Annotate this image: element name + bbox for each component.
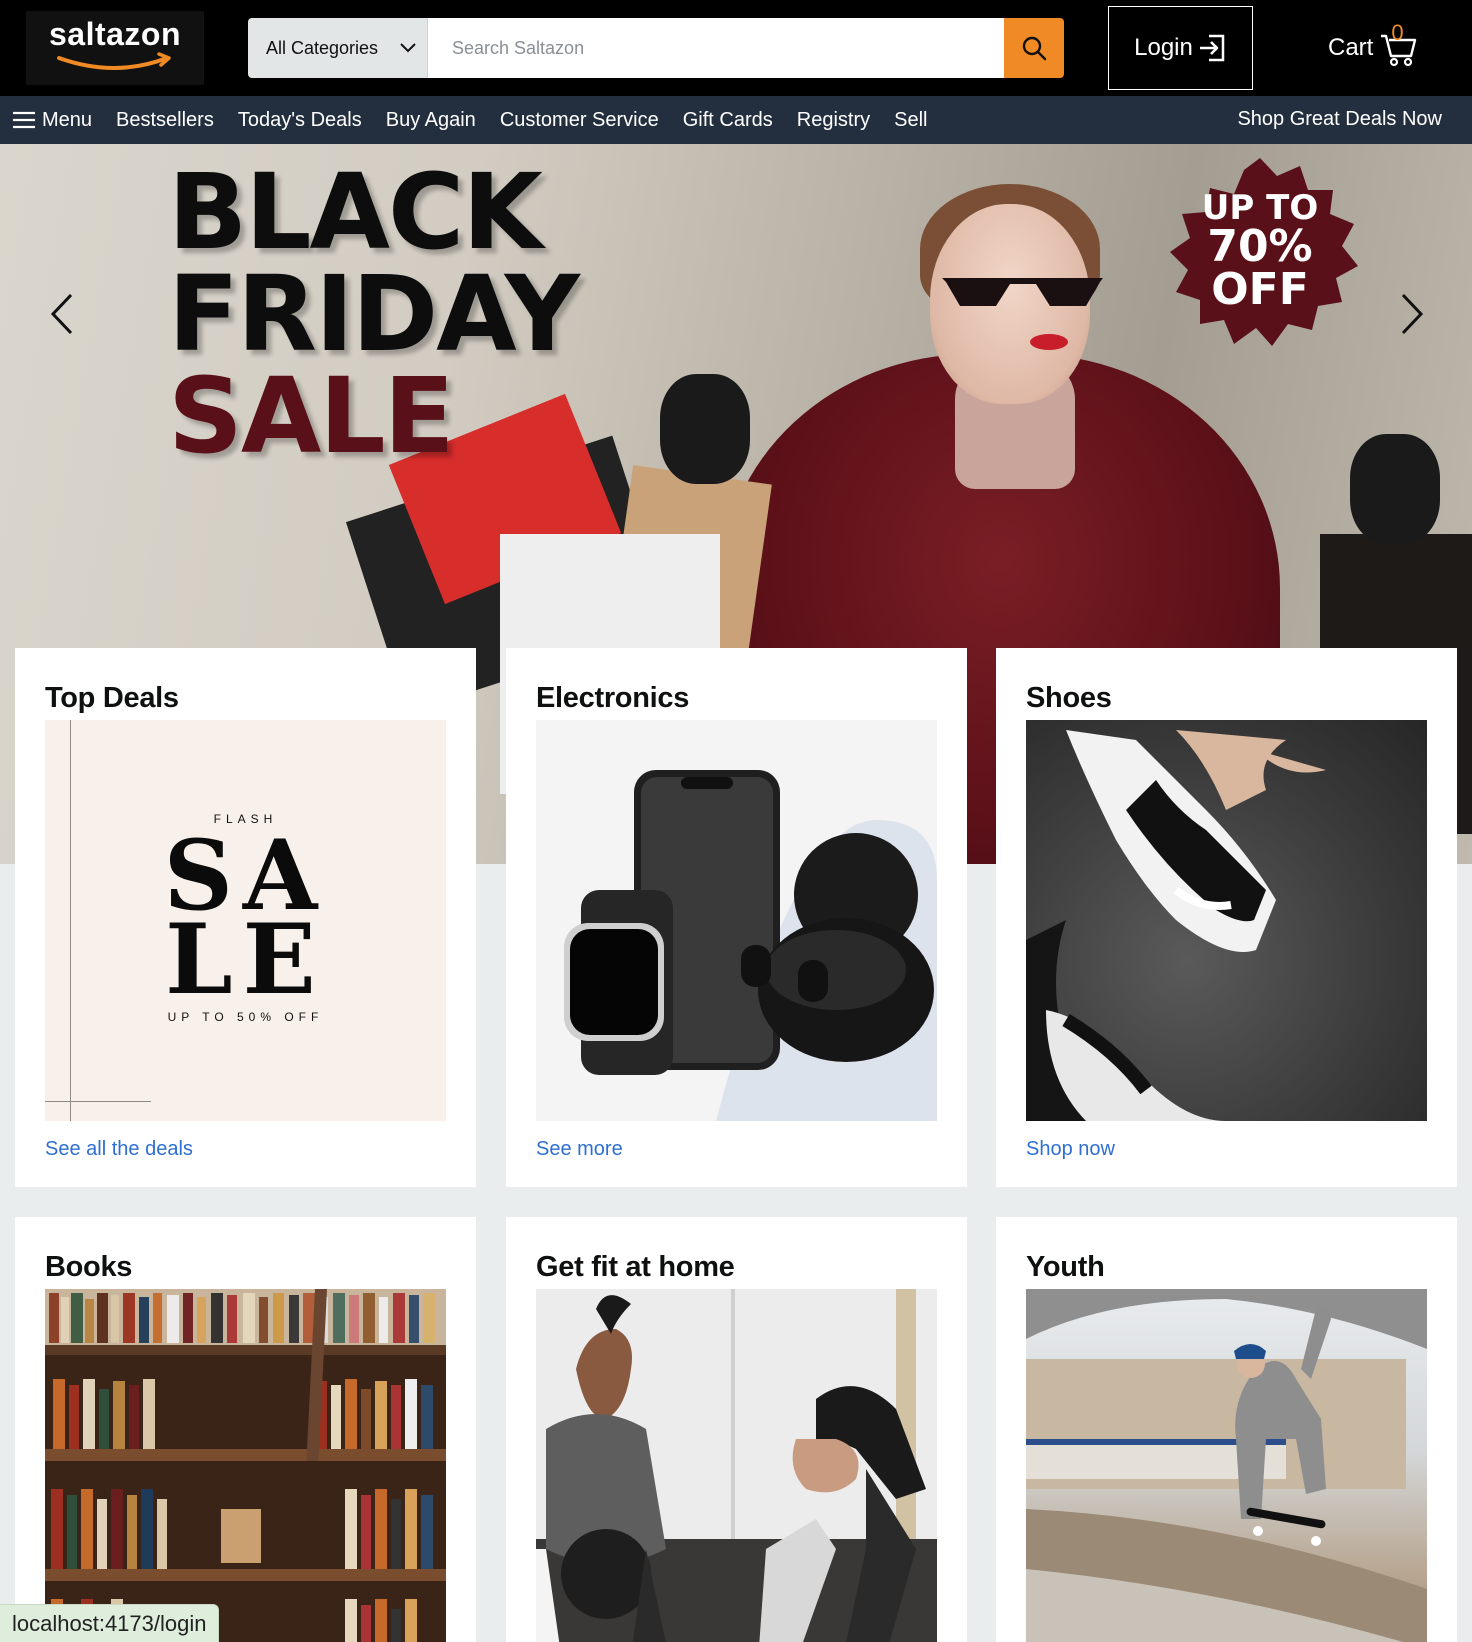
card-top-deals: Top Deals FLASH SA LE UP TO 50% OFF See … (15, 648, 476, 1187)
card-electronics: Electronics See more (506, 648, 967, 1187)
search-icon (1022, 36, 1047, 61)
search-button[interactable] (1004, 18, 1064, 78)
card-get-fit-at-home: Get fit at home (506, 1217, 967, 1642)
hero-image-glove (660, 374, 750, 484)
card-title: Books (45, 1251, 133, 1283)
card-title: Get fit at home (536, 1251, 735, 1283)
nav-item-gift-cards[interactable]: Gift Cards (683, 109, 773, 132)
nav-item-bestsellers[interactable]: Bestsellers (116, 109, 214, 132)
carousel-prev-button[interactable] (42, 284, 82, 344)
carousel-next-button[interactable] (1392, 284, 1432, 344)
search-bar: All Categories (248, 18, 1064, 78)
card-books: Books (15, 1217, 476, 1642)
card-shoes: Shoes Shop now (996, 648, 1457, 1187)
fitness-image[interactable] (536, 1289, 937, 1642)
card-title: Top Deals (45, 682, 179, 714)
hero-line-friday: FRIDAY (168, 252, 580, 375)
top-deals-image[interactable]: FLASH SA LE UP TO 50% OFF (45, 720, 446, 1121)
nav-item-buy-again[interactable]: Buy Again (386, 109, 476, 132)
decor-line (45, 1101, 151, 1102)
smile-arrow-icon (57, 52, 171, 70)
login-label: Login (1134, 34, 1193, 61)
hero-line-black: BLACK (168, 151, 543, 273)
login-button[interactable]: Login (1108, 6, 1253, 90)
chevron-right-icon (1401, 293, 1424, 335)
cart-button[interactable]: Cart 0 (1328, 20, 1417, 72)
electronics-image[interactable] (536, 720, 937, 1121)
badge-off: OFF (1211, 264, 1309, 316)
discount-badge: UP TO 70% OFF (1160, 154, 1360, 354)
youth-image[interactable] (1026, 1289, 1427, 1642)
menu-label: Menu (42, 108, 93, 131)
shop-now-link[interactable]: Shop now (1026, 1138, 1115, 1161)
search-input[interactable] (428, 18, 1004, 78)
see-all-deals-link[interactable]: See all the deals (45, 1138, 193, 1161)
shoes-image[interactable] (1026, 720, 1427, 1121)
hamburger-icon (13, 111, 35, 129)
category-select-label: All Categories (266, 37, 379, 58)
card-title: Electronics (536, 682, 690, 714)
badge-percent: 70% (1207, 221, 1313, 273)
chevron-left-icon (50, 293, 73, 335)
nav-bar: Menu Bestsellers Today's Deals Buy Again… (0, 96, 1472, 144)
saltazon-logo[interactable]: saltazon (26, 11, 204, 85)
login-icon (1199, 34, 1225, 62)
nav-item-customer-service[interactable]: Customer Service (500, 109, 659, 132)
discount-text: UP TO 50% OFF (167, 1010, 324, 1024)
card-title: Shoes (1026, 682, 1112, 714)
card-title: Youth (1026, 1251, 1105, 1283)
books-image[interactable] (45, 1289, 446, 1642)
hero-headline: BLACK FRIDAY SALE (168, 151, 580, 477)
top-header: saltazon All Categories Login Cart (0, 0, 1472, 96)
sale-text-bottom: LE (165, 903, 326, 1016)
see-more-link[interactable]: See more (536, 1138, 623, 1161)
status-bar-url: localhost:4173/login (0, 1604, 220, 1642)
cart-icon: 0 (1379, 20, 1417, 68)
category-select[interactable]: All Categories (248, 18, 428, 78)
nav-item-sell[interactable]: Sell (894, 109, 927, 132)
shop-great-deals-link[interactable]: Shop Great Deals Now (1237, 108, 1442, 131)
hero-image-glove (1350, 434, 1440, 544)
card-youth: Youth (996, 1217, 1457, 1642)
hero-line-sale: SALE (168, 354, 455, 477)
logo-text: saltazon (48, 16, 182, 52)
hero-image-lips (1030, 334, 1068, 350)
hero-image-sunglasses (942, 278, 1103, 306)
menu-button[interactable]: Menu (12, 109, 92, 132)
cart-count: 0 (1391, 20, 1404, 45)
nav-item-todays-deals[interactable]: Today's Deals (238, 109, 362, 132)
cart-label: Cart (1328, 34, 1374, 61)
nav-item-registry[interactable]: Registry (797, 109, 870, 132)
badge-up-to: UP TO (1201, 188, 1319, 228)
chevron-down-icon (400, 43, 416, 53)
